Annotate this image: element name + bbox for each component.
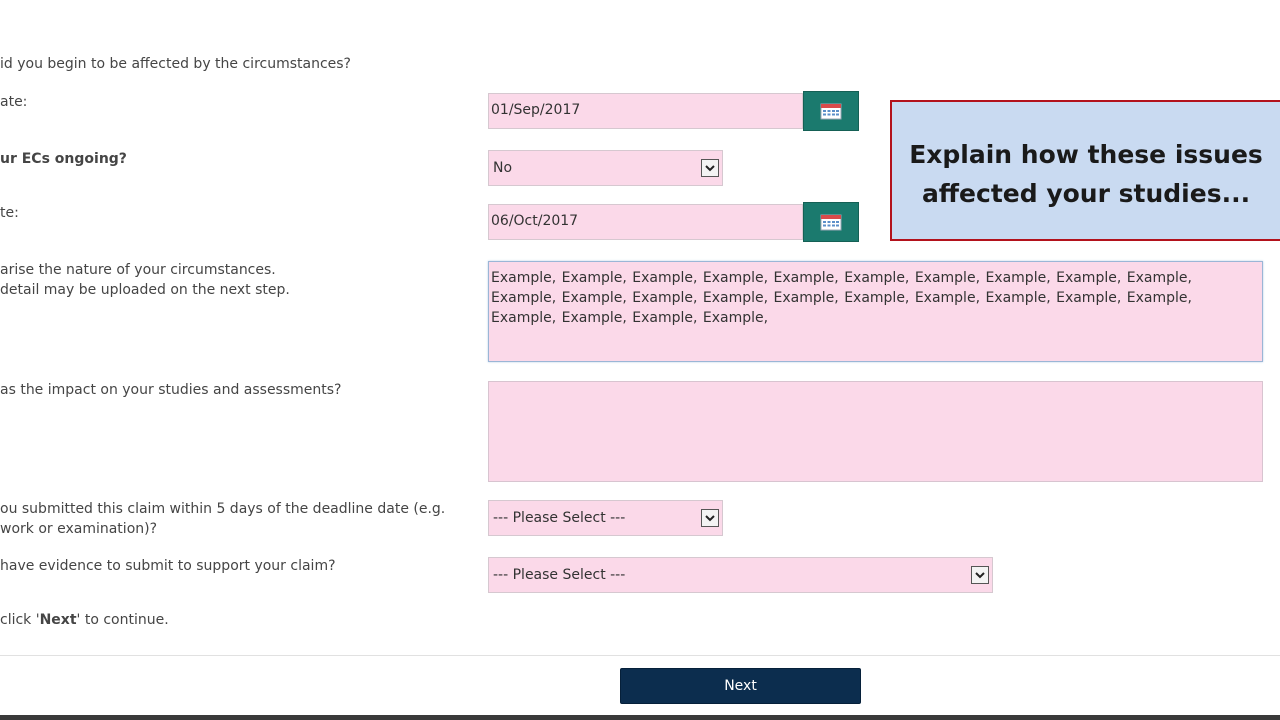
- end-date-label: te:: [0, 205, 19, 221]
- calendar-icon: [820, 103, 842, 120]
- continue-suffix: ' to continue.: [76, 612, 169, 628]
- nature-textarea[interactable]: Example, Example, Example, Example, Exam…: [488, 261, 1263, 362]
- next-button[interactable]: Next: [620, 668, 861, 704]
- deadline-select[interactable]: --- Please Select ---: [488, 500, 723, 536]
- ongoing-selected-value: No: [493, 160, 513, 176]
- end-date-value: 06/Oct/2017: [491, 213, 579, 229]
- ongoing-select[interactable]: No: [488, 150, 723, 186]
- begin-affected-question: id you begin to be affected by the circu…: [0, 56, 351, 72]
- instruction-callout: Explain how these issues affected your s…: [890, 100, 1280, 241]
- deadline-selected-value: --- Please Select ---: [493, 510, 626, 526]
- nature-label-line1: arise the nature of your circumstances.: [0, 262, 276, 278]
- deadline-label-line1: ou submitted this claim within 5 days of…: [0, 501, 446, 517]
- calendar-icon: [820, 214, 842, 231]
- continue-instruction: click 'Next' to continue.: [0, 610, 169, 630]
- start-date-value: 01/Sep/2017: [491, 102, 581, 118]
- ongoing-label: ur ECs ongoing?: [0, 151, 127, 167]
- evidence-selected-value: --- Please Select ---: [493, 567, 626, 583]
- callout-line1: Explain how these issues: [909, 140, 1263, 169]
- start-date-input[interactable]: 01/Sep/2017: [488, 93, 803, 129]
- continue-prefix: click ': [0, 612, 40, 628]
- continue-next-word: Next: [39, 612, 77, 628]
- chevron-down-icon: [701, 159, 719, 177]
- chevron-down-icon: [971, 566, 989, 584]
- evidence-label: have evidence to submit to support your …: [0, 558, 336, 574]
- callout-line2: affected your studies...: [921, 179, 1251, 208]
- chevron-down-icon: [701, 509, 719, 527]
- impact-textarea[interactable]: [488, 381, 1263, 482]
- impact-label: as the impact on your studies and assess…: [0, 382, 342, 398]
- ec-claim-form-page: id you begin to be affected by the circu…: [0, 0, 1280, 720]
- bottom-edge: [0, 715, 1280, 720]
- start-date-label: ate:: [0, 94, 28, 110]
- start-date-calendar-button[interactable]: [803, 91, 859, 131]
- evidence-select[interactable]: --- Please Select ---: [488, 557, 993, 593]
- deadline-label-line2: work or examination)?: [0, 521, 158, 537]
- end-date-input[interactable]: 06/Oct/2017: [488, 204, 803, 240]
- footer-divider: [0, 655, 1280, 656]
- end-date-calendar-button[interactable]: [803, 202, 859, 242]
- nature-label-line2: detail may be uploaded on the next step.: [0, 282, 290, 298]
